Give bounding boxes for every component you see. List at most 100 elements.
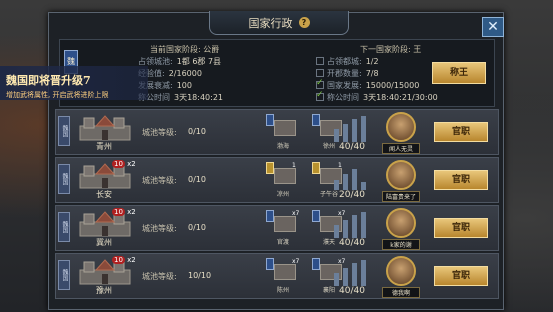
- office-button[interactable]: 官职: [434, 170, 488, 190]
- officer-name: 陆富贵来了: [382, 191, 420, 202]
- officer-avatar[interactable]: k家的谢: [382, 208, 420, 250]
- current-row: 称公时间 3天18:40:21: [138, 93, 224, 102]
- county-flag-icon: [312, 162, 320, 174]
- current-stage-title: 当前国家阶段: 公爵: [150, 45, 220, 54]
- city-row: 魏国 10 x2 豫州 城池等级: 10/10 x7 陈州 x7 襄阳 40/4…: [55, 253, 499, 299]
- next-row: 国家发展:15000/15000: [316, 78, 419, 91]
- city-name: 冀州: [96, 238, 112, 247]
- county-name: 凉州: [276, 191, 289, 198]
- city-level-badge: 10 x2: [112, 160, 136, 168]
- county-count: x7: [292, 258, 300, 265]
- faction-flag: 魏国: [58, 164, 70, 194]
- become-king-button[interactable]: 称王: [432, 62, 486, 84]
- county-flag-icon: [266, 210, 274, 222]
- banner-title: 魏国即将晋升级7: [6, 74, 91, 87]
- banner-subtitle: 增加武将属性, 开启武将进阶上限: [6, 91, 109, 99]
- city-name: 长安: [96, 190, 112, 199]
- city-row: 魏国 10 x2 长安 城池等级: 0/10 1 凉州 1 子午谷 20/40 …: [55, 157, 499, 203]
- development-bar: [352, 119, 357, 142]
- city-level-label: 城池等级:: [142, 128, 177, 137]
- officer-name: k家的谢: [382, 239, 420, 250]
- development-bar: [334, 273, 339, 286]
- sub-county[interactable]: x7 官渡: [266, 210, 300, 246]
- development-bar: [352, 169, 357, 190]
- next-row: 占领都城: 1/2: [316, 56, 379, 67]
- next-row: 开郡数量: 7/8: [316, 68, 379, 79]
- checkmark-icon: [316, 78, 324, 89]
- city-level-badge: 10 x2: [112, 256, 136, 264]
- state-admin-panel: 国家行政 ? ✕ 魏 当前国家阶段: 公爵 下一国家阶段: 王 占领城池: 1都 …: [48, 11, 504, 310]
- city-level-label: 城池等级:: [142, 272, 177, 281]
- checkmark-icon: [316, 90, 324, 101]
- next-stage-title: 下一国家阶段: 王: [360, 45, 422, 54]
- county-building-icon: [274, 168, 296, 184]
- county-flag-icon: [266, 162, 274, 174]
- county-flag-icon: [312, 210, 320, 222]
- sub-county[interactable]: x7 陈州: [266, 258, 300, 294]
- development-bar: [361, 116, 366, 142]
- development-bar: [361, 212, 366, 238]
- officer-portrait: [386, 256, 416, 286]
- city-row: 魏国 青州 城池等级: 0/10 渤海 徐州 40/40 闻人无灵 官职: [55, 109, 499, 155]
- development-bar: [343, 174, 348, 190]
- development-value: 40/40: [339, 286, 365, 296]
- city-name: 青州: [96, 142, 112, 151]
- city-level-value: 0/10: [188, 175, 206, 184]
- close-button[interactable]: ✕: [482, 17, 504, 37]
- city-level-label: 城池等级:: [142, 176, 177, 185]
- development-bar: [334, 225, 339, 238]
- city-row: 魏国 10 x2 冀州 城池等级: 0/10 x7 官渡 x7 濮天 40/40…: [55, 205, 499, 251]
- county-name: 渤海: [276, 143, 289, 150]
- city-level-label: 城池等级:: [142, 224, 177, 233]
- county-building-icon: [274, 264, 296, 280]
- checkbox-icon: [316, 57, 324, 65]
- development-bars: [334, 116, 370, 142]
- development-value: 20/40: [339, 190, 365, 200]
- development-bar: [361, 260, 366, 286]
- officer-portrait: [386, 208, 416, 238]
- faction-flag: 魏国: [58, 260, 70, 290]
- panel-title: 国家行政: [248, 16, 293, 30]
- development-bars: [334, 212, 370, 238]
- level-up-banner: 魏国即将晋升级7 增加武将属性, 开启武将进阶上限: [0, 66, 148, 100]
- development-bar: [343, 124, 348, 142]
- officer-avatar[interactable]: 陆富贵来了: [382, 160, 420, 202]
- development-bar: [334, 129, 339, 142]
- development-bar: [343, 268, 348, 286]
- county-flag-icon: [266, 258, 274, 270]
- development-value: 40/40: [339, 142, 365, 152]
- county-building-icon: [274, 120, 296, 136]
- help-icon[interactable]: ?: [298, 17, 310, 28]
- county-flag-icon: [312, 114, 320, 126]
- development-bar: [334, 180, 339, 190]
- officer-name: 德我啊: [382, 287, 420, 298]
- county-building-icon: [274, 216, 296, 232]
- officer-portrait: [386, 112, 416, 142]
- sub-county[interactable]: 1 凉州: [266, 162, 300, 198]
- development-bars: [334, 260, 370, 286]
- officer-portrait: [386, 160, 416, 190]
- development-bars: [334, 164, 370, 190]
- city-level-value: 0/10: [188, 223, 206, 232]
- faction-flag: 魏国: [58, 212, 70, 242]
- county-name: 官渡: [276, 239, 289, 246]
- officer-avatar[interactable]: 德我啊: [382, 256, 420, 298]
- office-button[interactable]: 官职: [434, 122, 488, 142]
- county-count: x7: [292, 210, 300, 217]
- development-bar: [361, 182, 366, 190]
- current-row: 占领城池: 1都 6郡 7县: [138, 57, 222, 66]
- city-level-value: 10/10: [188, 271, 212, 280]
- office-button[interactable]: 官职: [434, 218, 488, 238]
- sub-county[interactable]: 渤海: [266, 114, 300, 150]
- development-bar: [352, 263, 357, 286]
- development-value: 40/40: [339, 238, 365, 248]
- county-flag-icon: [266, 114, 274, 126]
- next-row: 称公时间3天18:40:21/30:00: [316, 90, 438, 103]
- panel-title-bar: 国家行政 ?: [209, 11, 349, 35]
- faction-flag: 魏国: [58, 116, 70, 146]
- development-bar: [343, 220, 348, 238]
- officer-avatar[interactable]: 闻人无灵: [382, 112, 420, 154]
- checkbox-icon: [316, 69, 324, 77]
- county-flag-icon: [312, 258, 320, 270]
- office-button[interactable]: 官职: [434, 266, 488, 286]
